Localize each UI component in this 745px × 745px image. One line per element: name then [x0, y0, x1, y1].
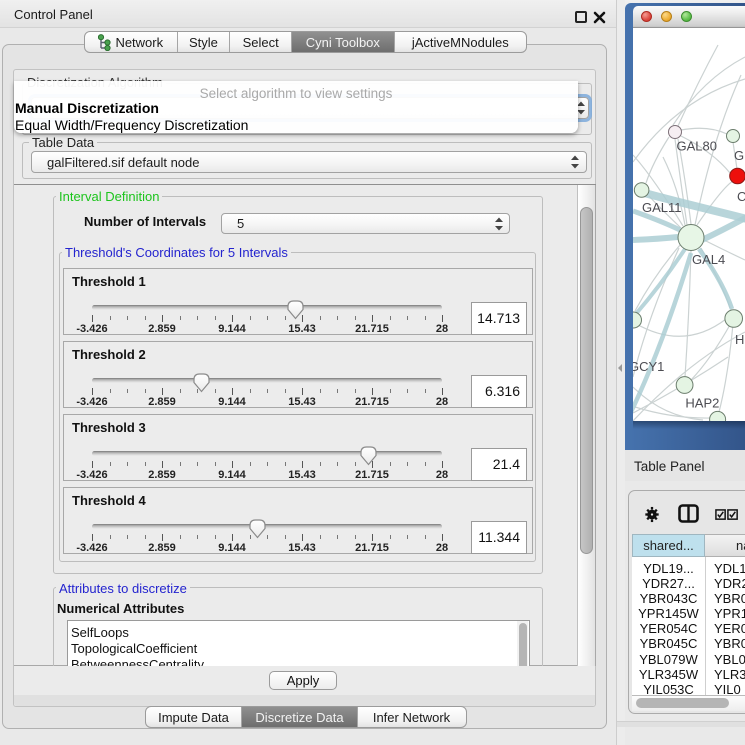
svg-text:GAL11: GAL11 [642, 200, 682, 215]
svg-text:H: H [735, 332, 744, 347]
svg-text:GAL4: GAL4 [692, 252, 725, 267]
svg-text:G..: G.. [734, 148, 745, 163]
svg-text:GAL80: GAL80 [677, 139, 717, 154]
svg-text:GCY1: GCY1 [633, 359, 664, 374]
svg-text:HAP2: HAP2 [685, 396, 719, 411]
svg-text:C: C [737, 189, 745, 204]
